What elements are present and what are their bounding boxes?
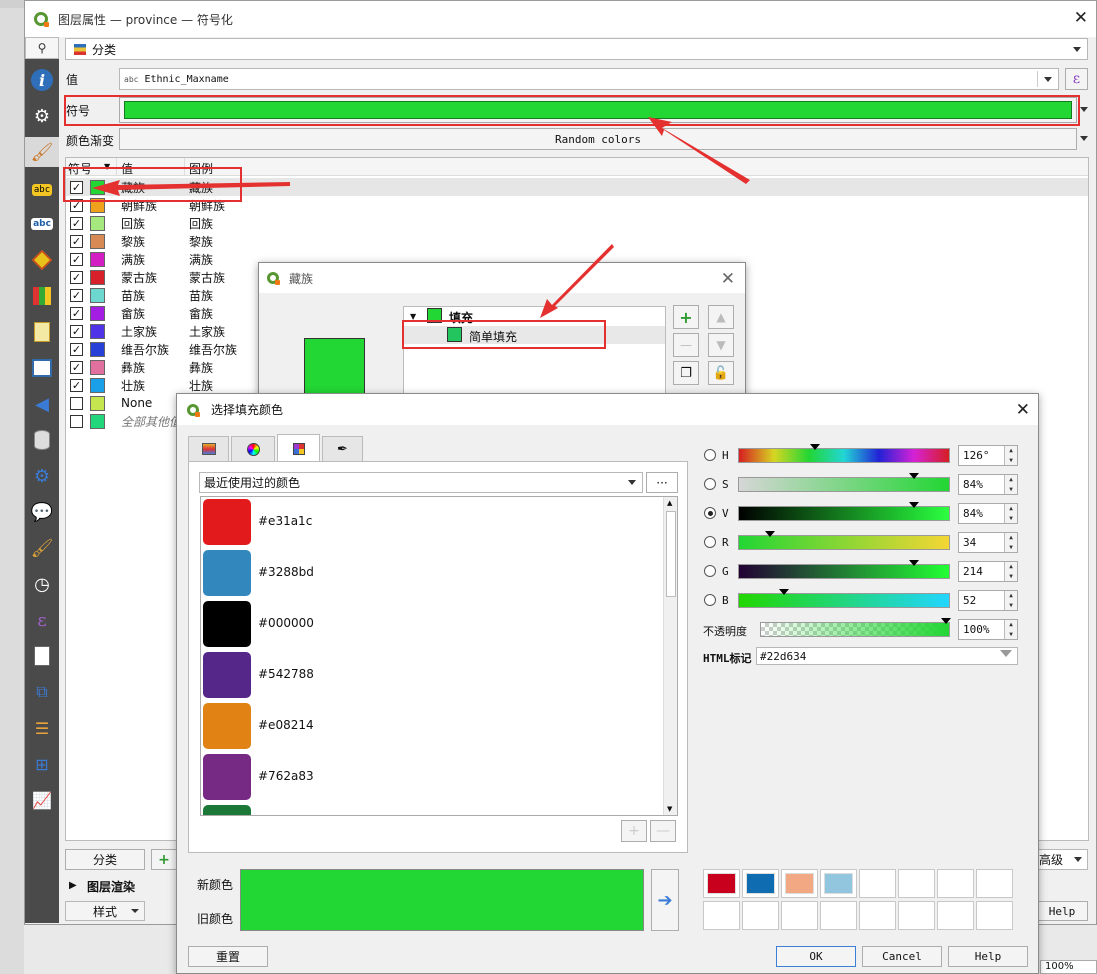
annotation-arrow-to-symbol — [648, 117, 750, 184]
annotation-arrow-to-row — [92, 180, 290, 196]
annotation-arrows — [92, 117, 750, 318]
annotation-arrow-to-fill — [540, 244, 614, 318]
